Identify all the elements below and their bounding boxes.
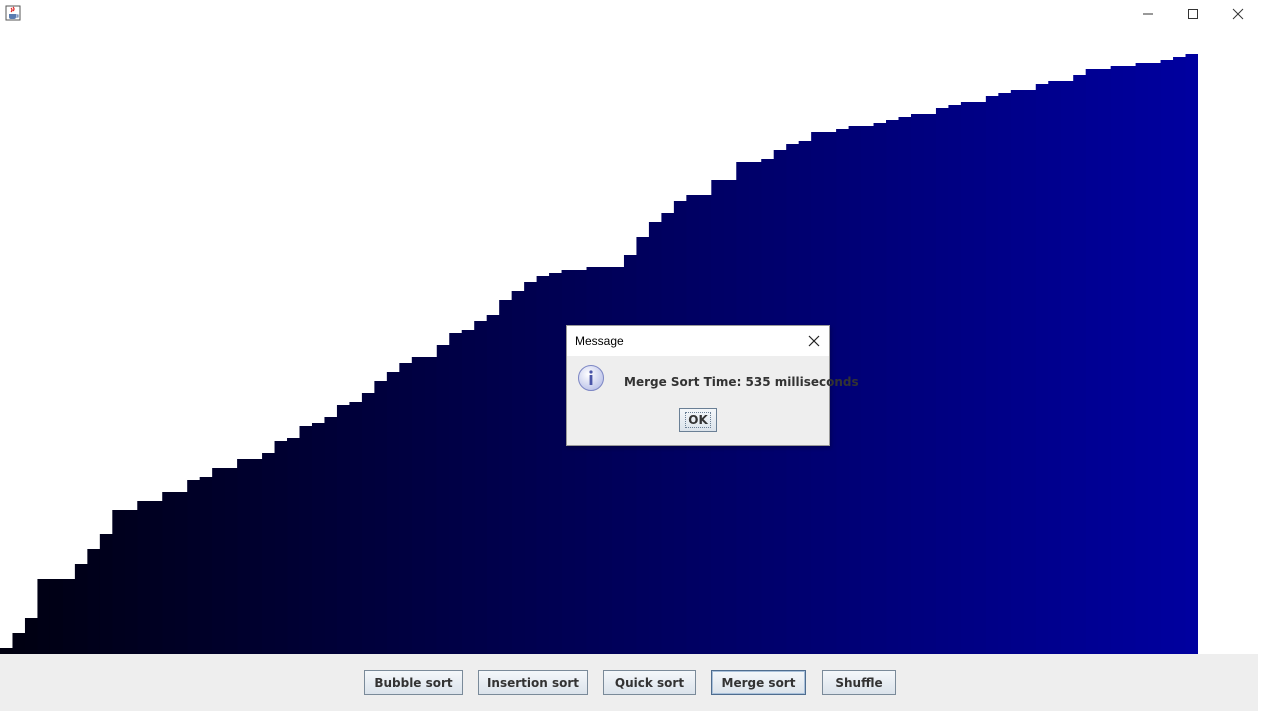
bar — [1148, 63, 1162, 654]
information-icon — [578, 365, 604, 391]
bar — [212, 468, 226, 654]
bar — [1185, 54, 1198, 654]
bar — [474, 321, 488, 654]
bar — [349, 402, 363, 654]
bar — [960, 102, 974, 654]
bar — [886, 120, 900, 654]
bar — [623, 255, 638, 654]
bar — [985, 96, 999, 654]
minimize-icon — [1143, 13, 1153, 15]
bar — [998, 93, 1012, 654]
bar — [973, 102, 987, 654]
maximize-button[interactable] — [1170, 0, 1216, 28]
dialog-message: Merge Sort Time: 535 milliseconds — [624, 375, 859, 389]
bar — [1023, 90, 1037, 654]
bar — [411, 357, 425, 654]
java-cup-icon — [5, 5, 21, 21]
minimize-button[interactable] — [1125, 0, 1171, 28]
ok-button[interactable]: OK — [679, 408, 717, 432]
bar — [1060, 81, 1074, 654]
bar — [162, 492, 176, 654]
bar — [873, 123, 887, 654]
bar — [149, 501, 163, 654]
insertion-sort-button[interactable]: Insertion sort — [478, 670, 588, 695]
bar — [449, 333, 463, 654]
bar — [287, 438, 301, 654]
bar — [1110, 66, 1124, 654]
bar — [62, 579, 76, 654]
bar — [549, 273, 563, 654]
close-button[interactable] — [1215, 0, 1261, 28]
bar — [199, 477, 213, 654]
bar — [87, 549, 101, 654]
bar — [49, 579, 63, 654]
bar — [386, 372, 400, 654]
bar — [1073, 75, 1087, 654]
bar — [124, 510, 138, 654]
bar — [848, 126, 862, 654]
bar — [187, 480, 201, 654]
dialog-title: Message — [575, 334, 624, 348]
bar — [249, 459, 263, 654]
bar — [1173, 57, 1187, 654]
bar — [424, 357, 438, 654]
bar — [12, 633, 26, 654]
bar — [898, 117, 912, 654]
bar — [1098, 69, 1112, 654]
message-dialog: Message Merge Sort Time: 535 millisecond… — [566, 325, 859, 446]
bar — [524, 282, 538, 654]
bar — [324, 417, 338, 654]
maximize-icon — [1188, 9, 1198, 19]
bar — [1085, 69, 1099, 654]
bar — [511, 291, 525, 654]
bar — [37, 579, 51, 654]
bar — [224, 468, 238, 654]
bar — [1160, 60, 1174, 654]
bar — [262, 453, 276, 654]
close-icon[interactable] — [805, 332, 823, 350]
bar — [24, 618, 39, 654]
bar — [374, 381, 388, 654]
bar — [499, 300, 513, 654]
close-icon — [1232, 8, 1244, 20]
bar — [137, 501, 151, 654]
bar — [836, 129, 850, 654]
bar — [74, 564, 88, 654]
merge-sort-button[interactable]: Merge sort — [711, 670, 806, 695]
bar — [536, 276, 550, 654]
bar — [1135, 63, 1149, 654]
bar — [112, 510, 126, 654]
bar — [910, 114, 925, 654]
quick-sort-button[interactable]: Quick sort — [603, 670, 696, 695]
ok-label: OK — [685, 412, 711, 428]
bar — [935, 108, 950, 654]
button-bar: Bubble sort Insertion sort Quick sort Me… — [0, 654, 1258, 711]
bar — [99, 534, 113, 654]
shuffle-button[interactable]: Shuffle — [822, 670, 896, 695]
bar — [1035, 84, 1049, 654]
bar — [361, 393, 375, 654]
bar — [923, 114, 937, 654]
bar — [399, 363, 413, 654]
bar — [1010, 90, 1024, 654]
bar — [336, 405, 351, 654]
bar — [461, 330, 475, 654]
bubble-sort-button[interactable]: Bubble sort — [364, 670, 463, 695]
bar — [299, 426, 313, 654]
bar — [486, 315, 500, 654]
bar — [1123, 66, 1137, 654]
bar — [948, 105, 962, 654]
title-bar — [0, 0, 1261, 28]
bar — [274, 441, 288, 654]
bar — [1048, 81, 1062, 654]
bar — [237, 459, 251, 654]
bar — [311, 423, 326, 654]
bar — [861, 126, 875, 654]
bar — [436, 345, 450, 654]
bar — [174, 492, 188, 654]
dialog-title-bar: Message — [567, 326, 829, 356]
